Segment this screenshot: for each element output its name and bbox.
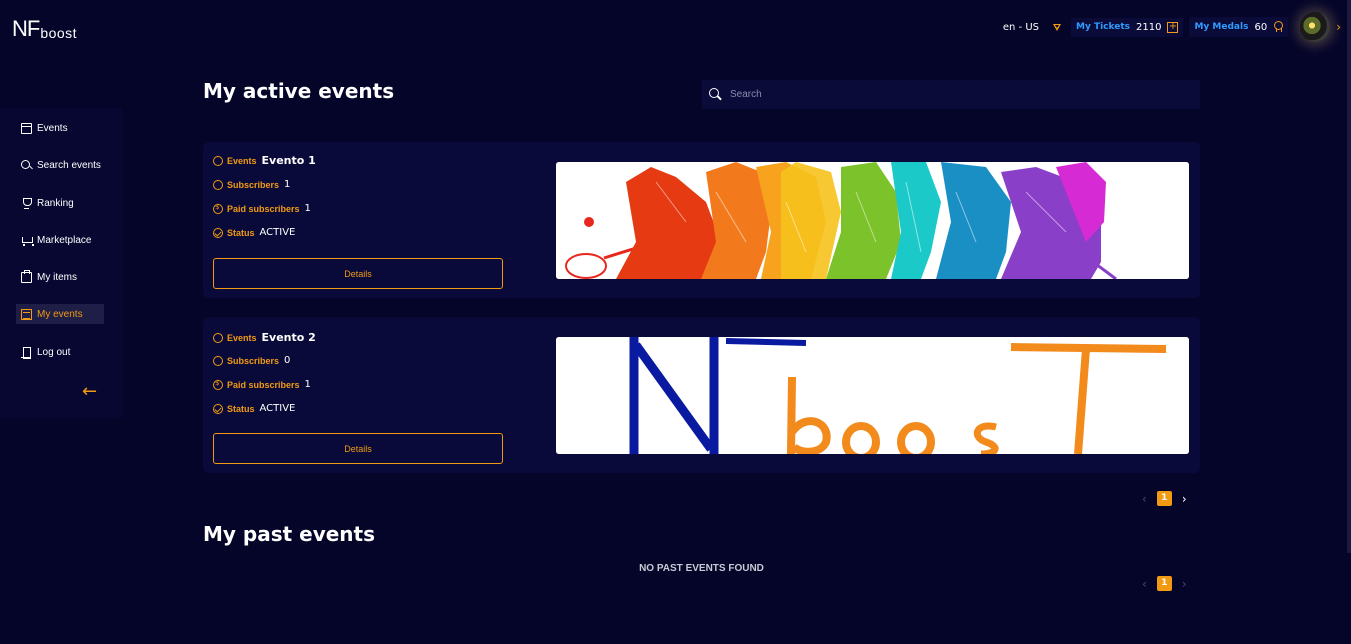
sidebar-item-label: My events [37, 308, 83, 320]
sidebar-item-marketplace[interactable]: Marketplace [16, 230, 104, 250]
cart-icon [21, 235, 34, 246]
list-icon [21, 308, 32, 320]
sidebar-item-ranking[interactable]: Ranking [16, 193, 104, 213]
add-tickets-icon[interactable]: + [1167, 21, 1179, 33]
subscribers-row: Subscribers 0 [213, 355, 290, 366]
sports-silhouettes-image [556, 162, 1189, 279]
subscribers-value: 1 [284, 179, 291, 190]
check-circle-icon [213, 227, 223, 238]
prev-page-arrow-icon[interactable]: ‹ [1142, 577, 1147, 591]
my-medals[interactable]: My Medals 60 [1189, 17, 1289, 37]
briefcase-icon [21, 269, 32, 283]
page-scrollbar[interactable] [1347, 0, 1351, 553]
event-name: Evento 2 [261, 331, 316, 344]
nfboost-logo[interactable]: NF boost [12, 16, 78, 41]
paid-subscribers-row: Paid subscribers 1 [213, 379, 311, 390]
paid-subscribers-label: Paid subscribers [227, 203, 300, 214]
medals-label: My Medals [1194, 22, 1249, 32]
status-label: Status [227, 403, 255, 414]
search-bar[interactable] [702, 80, 1200, 109]
sidebar-item-label: Marketplace [37, 234, 92, 246]
sidebar-item-search-events[interactable]: Search events [16, 155, 104, 175]
user-icon [213, 355, 223, 366]
event-name-row: Events Evento 1 [210, 153, 316, 168]
sidebar-item-log-out[interactable]: Log out [16, 342, 104, 362]
past-events-pagination: ‹ 1 › [1142, 576, 1187, 591]
status-label: Status [227, 227, 255, 238]
no-past-events-message: NO PAST EVENTS FOUND [639, 563, 764, 574]
page-number[interactable]: 1 [1156, 491, 1172, 506]
language-selector[interactable]: en - US [1003, 22, 1061, 33]
active-events-pagination: ‹ 1 › [1142, 491, 1187, 506]
trophy-icon [21, 197, 32, 209]
logout-icon [21, 346, 32, 359]
subscribers-row: Subscribers 1 [213, 179, 290, 190]
event-name: Evento 1 [261, 154, 316, 167]
user-avatar[interactable] [1300, 12, 1331, 42]
event-name-row: Events Evento 2 [210, 330, 316, 345]
sidebar-item-label: Ranking [37, 197, 74, 209]
event-banner-image[interactable] [556, 337, 1189, 454]
event-card: Events Evento 1 Subscribers 1 Paid subsc… [203, 142, 1200, 298]
status-row: Status ACTIVE [213, 227, 295, 238]
sidebar-item-label: My items [37, 271, 77, 283]
location-pin-icon [210, 153, 226, 168]
details-button[interactable]: Details [213, 258, 503, 289]
status-row: Status ACTIVE [213, 403, 295, 414]
page-number[interactable]: 1 [1156, 576, 1172, 591]
sidebar-item-my-events[interactable]: My events [16, 304, 104, 324]
subscribers-label: Subscribers [227, 355, 280, 366]
medal-icon [1273, 21, 1284, 33]
medals-value: 60 [1254, 21, 1268, 33]
paid-subscribers-label: Paid subscribers [227, 379, 300, 390]
search-icon [21, 159, 32, 171]
event-banner-image[interactable] [556, 162, 1189, 279]
subscribers-label: Subscribers [227, 179, 280, 190]
status-value: ACTIVE [259, 227, 296, 238]
language-label: en - US [1002, 21, 1039, 33]
logo-nf: NF [12, 16, 40, 41]
events-label: Events [227, 155, 257, 166]
logo-boost: boost [40, 25, 78, 41]
chevron-right-icon[interactable]: › [1336, 20, 1341, 34]
sidebar-item-label: Log out [37, 346, 71, 358]
paid-subscribers-row: Paid subscribers 1 [213, 203, 311, 214]
tickets-value: 2110 [1136, 21, 1162, 33]
user-icon [213, 179, 223, 190]
check-circle-icon [213, 403, 223, 414]
prev-page-arrow-icon[interactable]: ‹ [1142, 492, 1147, 506]
collapse-sidebar-arrow-icon[interactable]: ← [82, 383, 97, 401]
tickets-label: My Tickets [1075, 22, 1131, 32]
dropdown-triangle-icon [1052, 23, 1061, 31]
search-input[interactable] [730, 89, 1170, 100]
search-icon [709, 88, 722, 101]
top-bar: en - US My Tickets 2110 + My Medals 60 › [1003, 10, 1341, 44]
next-page-arrow-icon[interactable]: › [1182, 492, 1187, 506]
sidebar-item-events[interactable]: Events [16, 118, 104, 138]
location-pin-icon [210, 330, 226, 345]
subscribers-value: 0 [284, 355, 291, 366]
sidebar-item-label: Events [37, 122, 68, 134]
past-events-title: My past events [203, 522, 376, 546]
calendar-icon [21, 122, 32, 134]
paid-subscribers-value: 1 [304, 203, 311, 214]
sidebar-item-my-items[interactable]: My items [16, 267, 104, 287]
sidebar: Events Search events Ranking Marketplace… [0, 108, 122, 418]
sidebar-item-label: Search events [37, 159, 101, 171]
next-page-arrow-icon[interactable]: › [1182, 577, 1187, 591]
status-value: ACTIVE [259, 403, 296, 414]
coin-icon [213, 379, 223, 390]
paid-subscribers-value: 1 [304, 379, 311, 390]
details-button[interactable]: Details [213, 433, 503, 464]
my-tickets[interactable]: My Tickets 2110 + [1070, 17, 1184, 37]
handwritten-nf-boost-image [556, 337, 1189, 454]
coin-icon [213, 203, 223, 214]
events-label: Events [227, 332, 257, 343]
active-events-title: My active events [203, 79, 395, 103]
event-card: Events Evento 2 Subscribers 0 Paid subsc… [203, 317, 1200, 473]
